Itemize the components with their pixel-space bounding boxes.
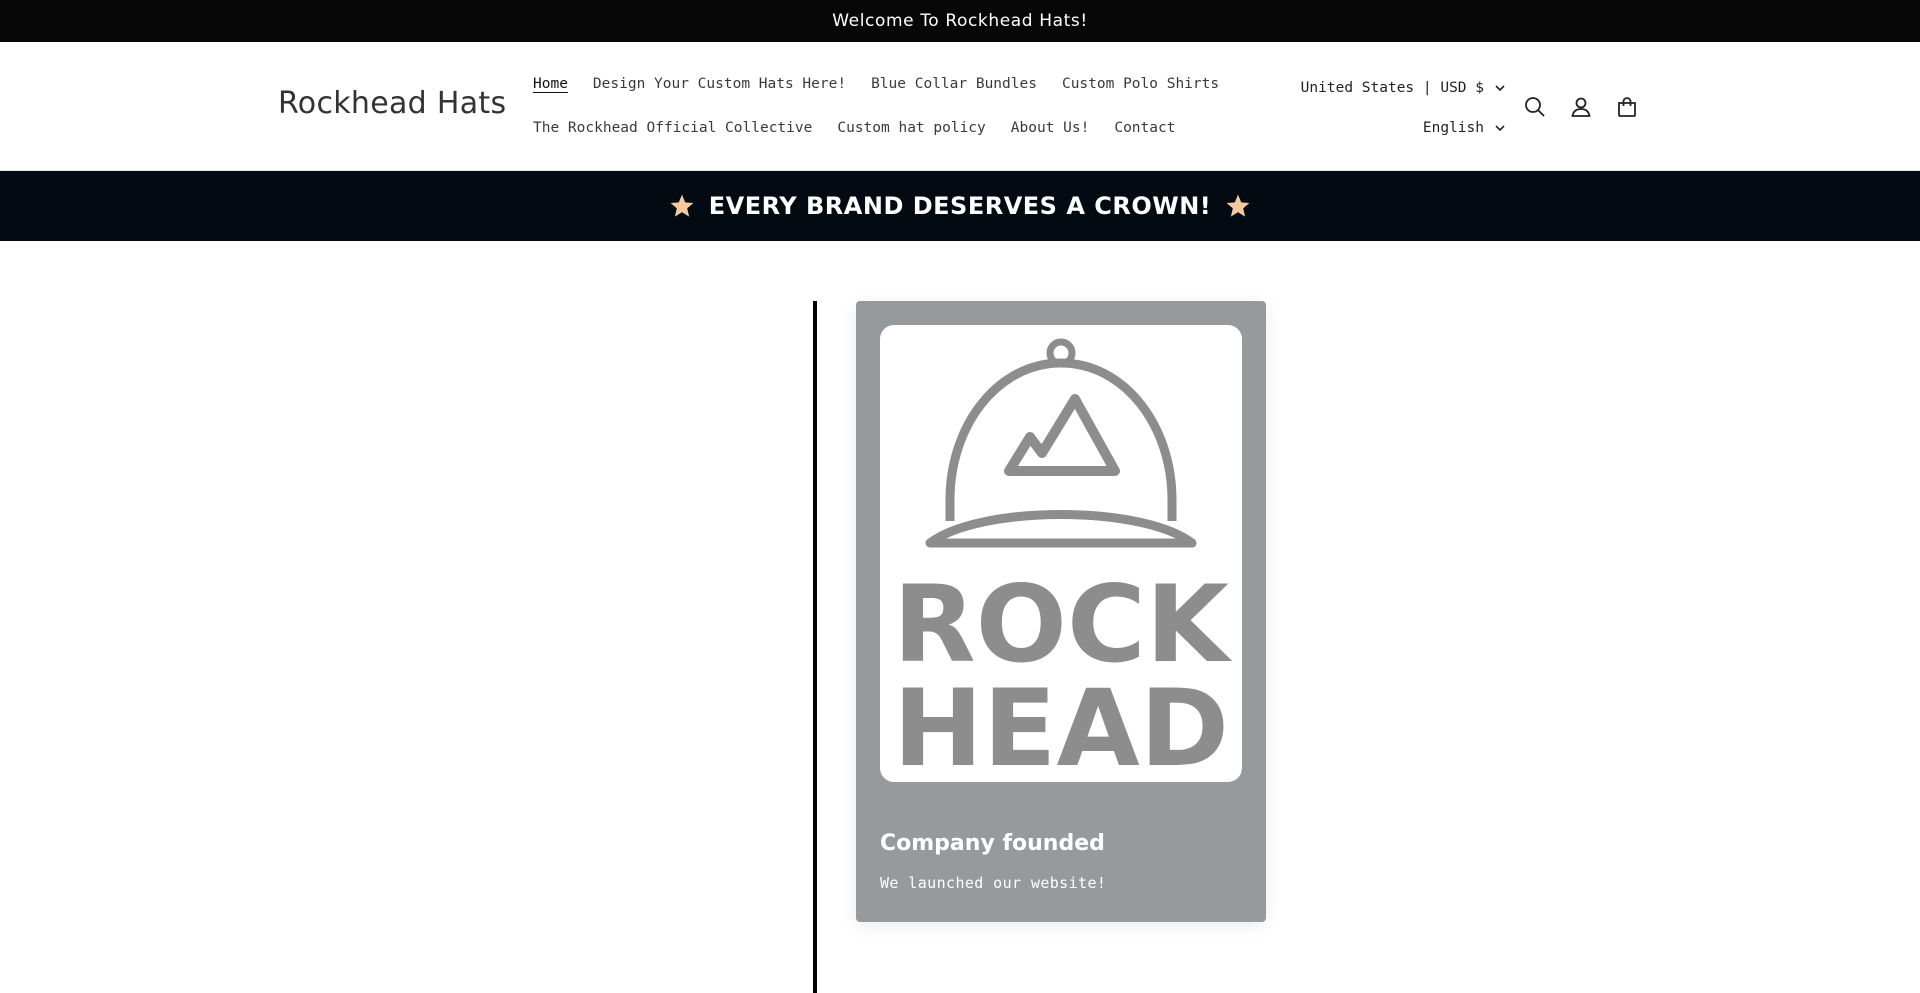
nav-custom-polo-shirts[interactable]: Custom Polo Shirts bbox=[1062, 76, 1219, 92]
country-selector[interactable]: United States | USD $ bbox=[1301, 68, 1506, 108]
nav-contact[interactable]: Contact bbox=[1114, 120, 1175, 136]
slogan-text: EVERY BRAND DESERVES A CROWN! bbox=[708, 192, 1212, 220]
search-icon bbox=[1525, 97, 1545, 117]
account-button[interactable] bbox=[1566, 92, 1596, 122]
nav-home[interactable]: Home bbox=[533, 76, 568, 92]
logo-text-head: HEAD bbox=[893, 667, 1229, 782]
timeline-card: ROCK HEAD Company founded We launched ou… bbox=[856, 301, 1266, 922]
nav-custom-hat-policy[interactable]: Custom hat policy bbox=[837, 120, 985, 136]
nav-row-2: The Rockhead Official Collective Custom … bbox=[533, 106, 1233, 150]
rockhead-logo: ROCK HEAD bbox=[893, 338, 1233, 782]
nav-blue-collar-bundles[interactable]: Blue Collar Bundles bbox=[871, 76, 1037, 92]
header-icons bbox=[1520, 92, 1642, 122]
site-header: Rockhead Hats Home Design Your Custom Ha… bbox=[0, 42, 1920, 171]
star-icon bbox=[670, 194, 694, 217]
nav-row-1: Home Design Your Custom Hats Here! Blue … bbox=[533, 62, 1233, 106]
card-text: We launched our website! bbox=[880, 874, 1107, 892]
nav-design-custom-hats[interactable]: Design Your Custom Hats Here! bbox=[593, 76, 846, 92]
nav-official-collective[interactable]: The Rockhead Official Collective bbox=[533, 120, 812, 136]
rockhead-logo-image: ROCK HEAD bbox=[880, 325, 1242, 782]
timeline-line bbox=[813, 301, 817, 993]
language-label: English bbox=[1422, 120, 1484, 136]
cart-icon bbox=[1618, 97, 1636, 117]
nav-about-us[interactable]: About Us! bbox=[1011, 120, 1090, 136]
announcement-text: Welcome To Rockhead Hats! bbox=[832, 11, 1088, 31]
chevron-down-icon bbox=[1495, 85, 1505, 92]
main-nav: Home Design Your Custom Hats Here! Blue … bbox=[533, 62, 1233, 150]
chevron-down-icon bbox=[1495, 125, 1505, 132]
language-selector[interactable]: English bbox=[1301, 108, 1506, 148]
cart-button[interactable] bbox=[1612, 92, 1642, 122]
star-icon bbox=[1226, 194, 1250, 217]
announcement-bar: Welcome To Rockhead Hats! bbox=[0, 0, 1920, 42]
site-logo[interactable]: Rockhead Hats bbox=[278, 86, 506, 121]
card-title: Company founded bbox=[880, 831, 1105, 856]
country-label: United States | USD $ bbox=[1300, 80, 1484, 96]
search-button[interactable] bbox=[1520, 92, 1550, 122]
account-icon bbox=[1571, 97, 1591, 117]
slogan-banner: EVERY BRAND DESERVES A CROWN! bbox=[0, 171, 1920, 241]
locale-selectors: United States | USD $ English bbox=[1301, 68, 1506, 148]
